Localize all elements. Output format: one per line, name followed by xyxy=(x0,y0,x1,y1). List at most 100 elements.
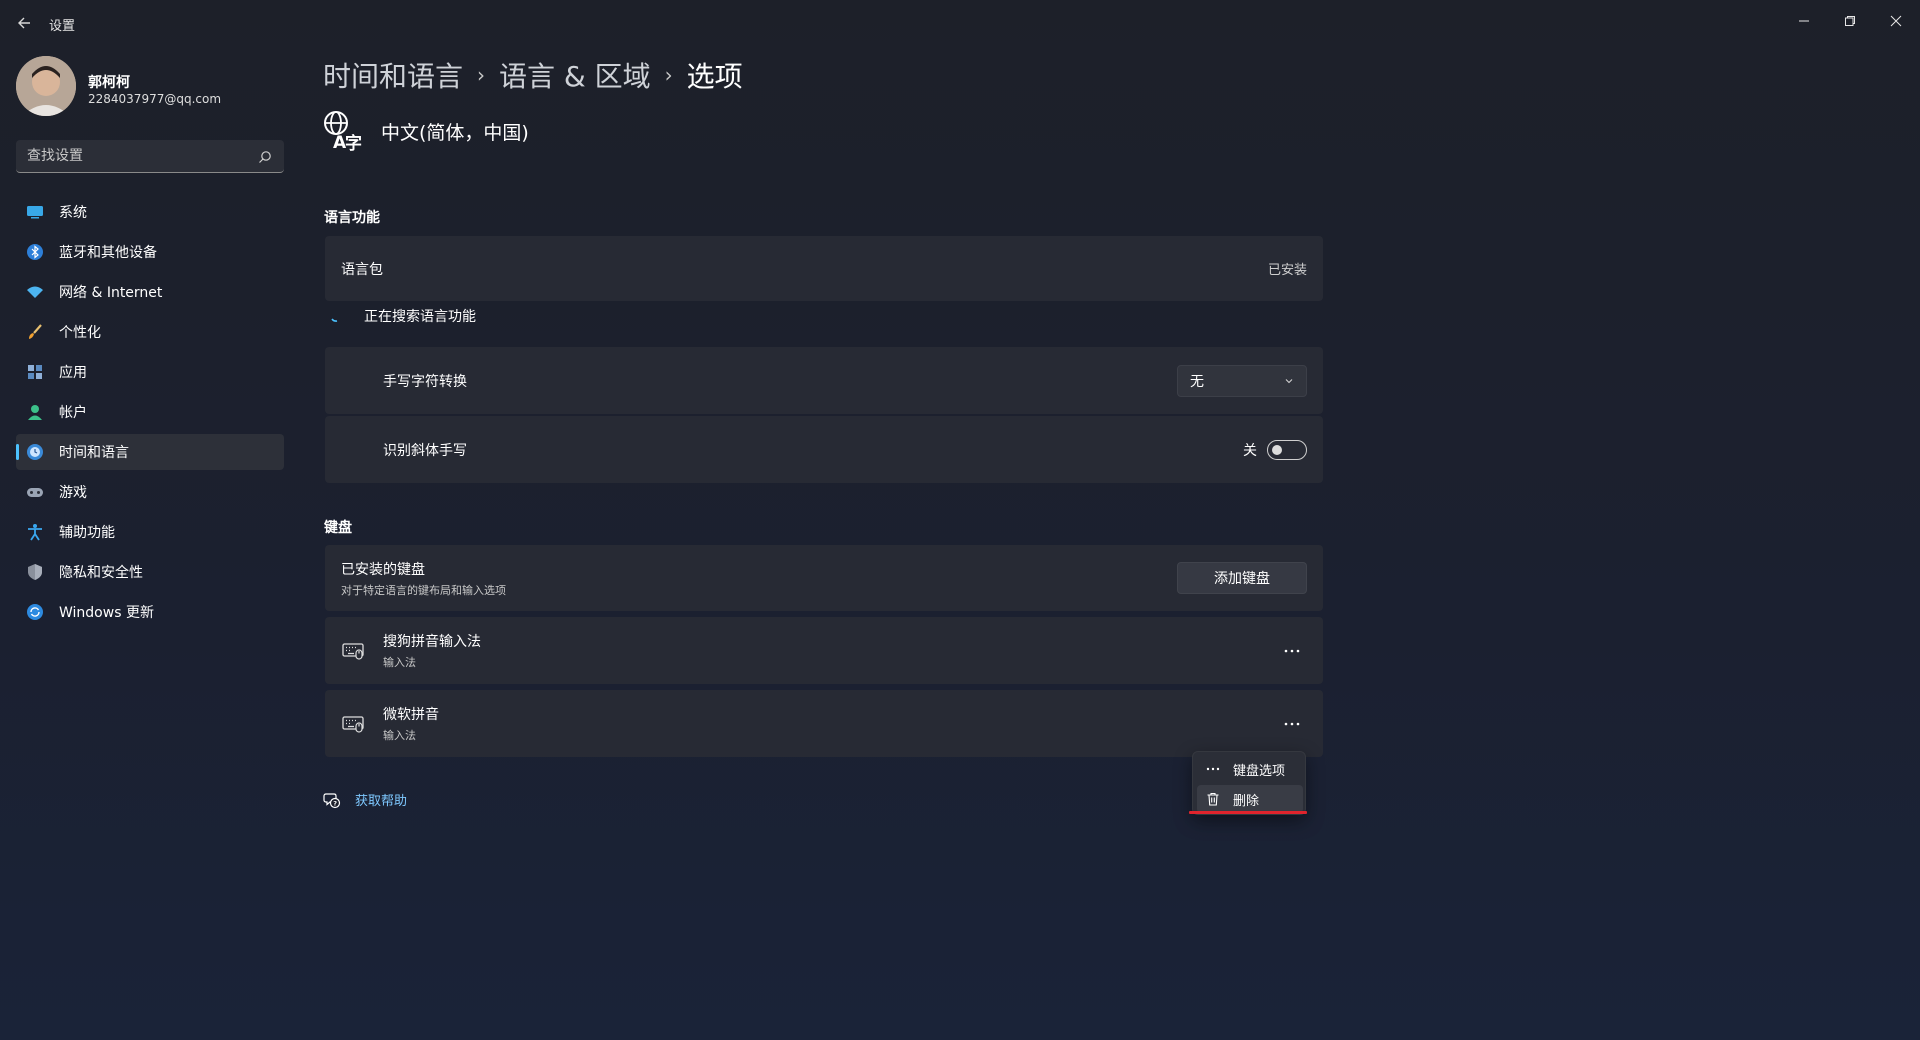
handwriting-label: 手写字符转换 xyxy=(383,373,467,390)
restore-icon xyxy=(1845,16,1855,26)
user-profile[interactable]: 郭柯柯 2284037977@qq.com xyxy=(16,56,286,120)
accessibility-icon xyxy=(26,523,44,541)
menu-item-keyboard-options[interactable]: 键盘选项 xyxy=(1197,755,1303,783)
sidebar-item-label: 时间和语言 xyxy=(59,445,129,461)
sidebar-item-label: 游戏 xyxy=(59,485,87,501)
account-icon xyxy=(26,403,44,421)
highlight-underline xyxy=(1189,811,1307,814)
sidebar-item-label: 蓝牙和其他设备 xyxy=(59,245,157,261)
breadcrumb: 时间和语言 › 语言 & 区域 › 选项 xyxy=(323,52,743,98)
close-icon xyxy=(1890,15,1902,27)
search-box[interactable] xyxy=(16,140,284,173)
installed-keyboards-description: 对于特定语言的键布局和输入选项 xyxy=(341,583,506,597)
keyboard-icon xyxy=(342,715,364,733)
toggle-state-label: 关 xyxy=(1243,442,1257,459)
back-arrow-icon[interactable] xyxy=(14,12,36,34)
more-options-button[interactable] xyxy=(1277,636,1307,666)
apps-icon xyxy=(26,363,44,381)
keyboard-item-text: 搜狗拼音输入法 输入法 xyxy=(383,631,481,670)
sidebar-item-personalization[interactable]: 个性化 xyxy=(16,314,284,350)
sidebar-item-label: 个性化 xyxy=(59,325,101,341)
shield-icon xyxy=(26,563,44,581)
time-language-icon xyxy=(26,443,44,461)
toggle-knob xyxy=(1272,444,1282,455)
help-chat-icon: ? xyxy=(323,792,341,808)
settings-window: 设置 郭柯柯 2284037977@qq.com 查找设置 系统 蓝牙和其他设备… xyxy=(0,0,1920,1040)
svg-text:?: ? xyxy=(333,799,337,807)
breadcrumb-time-language[interactable]: 时间和语言 xyxy=(323,55,463,95)
sidebar-nav: 系统 蓝牙和其他设备 网络 & Internet 个性化 应用 帐户 时间和语言… xyxy=(16,194,284,634)
more-options-button[interactable] xyxy=(1277,709,1307,739)
installed-keyboards-row: 已安装的键盘 对于特定语言的键布局和输入选项 添加键盘 xyxy=(325,545,1323,611)
update-icon xyxy=(26,603,44,621)
avatar xyxy=(16,56,76,116)
sidebar-item-time-language[interactable]: 时间和语言 xyxy=(16,434,284,470)
more-icon xyxy=(1284,649,1300,652)
add-keyboard-button[interactable]: 添加键盘 xyxy=(1177,562,1307,594)
handwriting-conversion-row: 手写字符转换 无 xyxy=(325,347,1323,414)
restore-button[interactable] xyxy=(1830,6,1870,36)
menu-item-label: 键盘选项 xyxy=(1233,763,1286,779)
keyboard-item-sogou: 搜狗拼音输入法 输入法 xyxy=(325,617,1323,684)
searching-text: 正在搜索语言功能 xyxy=(364,309,476,325)
get-help-link[interactable]: 获取帮助 xyxy=(355,790,407,809)
minimize-button[interactable] xyxy=(1784,6,1824,36)
close-button[interactable] xyxy=(1876,6,1916,36)
breadcrumb-separator: › xyxy=(664,63,673,87)
sidebar-item-gaming[interactable]: 游戏 xyxy=(16,474,284,510)
cursive-label: 识别斜体手写 xyxy=(383,442,467,459)
sidebar-item-privacy[interactable]: 隐私和安全性 xyxy=(16,554,284,590)
trash-icon xyxy=(1205,791,1221,807)
sidebar-item-windows-update[interactable]: Windows 更新 xyxy=(16,594,284,630)
breadcrumb-separator: › xyxy=(477,63,486,87)
menu-item-delete[interactable]: 删除 xyxy=(1197,785,1303,813)
page-title: 选项 xyxy=(686,60,743,93)
keyboard-item-name: 搜狗拼音输入法 xyxy=(383,634,481,650)
language-glyph-icon: A 字 xyxy=(324,111,362,152)
more-icon xyxy=(1284,722,1300,725)
sidebar-item-bluetooth[interactable]: 蓝牙和其他设备 xyxy=(16,234,284,270)
sidebar-item-accessibility[interactable]: 辅助功能 xyxy=(16,514,284,550)
cursive-toggle[interactable] xyxy=(1267,439,1307,460)
section-keyboard: 键盘 xyxy=(324,520,352,536)
profile-name: 郭柯柯 xyxy=(88,75,130,91)
language-pack-row: 语言包 已安装 xyxy=(325,236,1323,301)
sidebar-item-label: 应用 xyxy=(59,365,87,381)
handwriting-dropdown[interactable]: 无 xyxy=(1177,364,1307,397)
sidebar-item-label: 隐私和安全性 xyxy=(59,565,143,581)
sidebar-item-apps[interactable]: 应用 xyxy=(16,354,284,390)
sidebar-item-network[interactable]: 网络 & Internet xyxy=(16,274,284,310)
section-language-features: 语言功能 xyxy=(324,210,380,226)
keyboard-item-type: 输入法 xyxy=(383,729,416,742)
brush-icon xyxy=(26,323,44,341)
keyboard-context-menu: 键盘选项 删除 xyxy=(1192,751,1306,815)
search-icon[interactable] xyxy=(258,149,272,163)
bluetooth-icon xyxy=(26,243,44,261)
gaming-icon xyxy=(26,483,44,501)
keyboard-item-type: 输入法 xyxy=(383,656,416,669)
sidebar-item-accounts[interactable]: 帐户 xyxy=(16,394,284,430)
installed-keyboards-text: 已安装的键盘 对于特定语言的键布局和输入选项 xyxy=(341,559,506,598)
wifi-icon xyxy=(26,283,44,301)
menu-item-label: 删除 xyxy=(1233,793,1260,809)
get-help[interactable]: ? 获取帮助 xyxy=(323,790,407,809)
breadcrumb-language-region[interactable]: 语言 & 区域 xyxy=(499,55,651,95)
svg-text:字: 字 xyxy=(345,133,362,152)
sidebar-item-label: 网络 & Internet xyxy=(59,285,163,301)
language-pack-label: 语言包 xyxy=(341,261,383,278)
chevron-down-icon xyxy=(1285,378,1293,383)
keyboard-item-name: 微软拼音 xyxy=(383,707,439,723)
system-icon xyxy=(26,203,44,221)
search-input[interactable] xyxy=(16,140,246,172)
keyboard-item-text: 微软拼音 输入法 xyxy=(383,704,439,743)
searching-status: 正在搜索语言功能 xyxy=(330,306,476,326)
cursive-handwriting-row: 识别斜体手写 关 xyxy=(325,416,1323,483)
sidebar-item-label: 帐户 xyxy=(59,405,87,421)
minimize-icon xyxy=(1799,20,1809,22)
language-name: 中文(简体，中国) xyxy=(381,121,529,144)
sidebar-item-system[interactable]: 系统 xyxy=(16,194,284,230)
sidebar-item-label: 辅助功能 xyxy=(59,525,115,541)
more-icon xyxy=(1205,761,1221,777)
title-bar: 设置 xyxy=(0,0,1920,46)
language-header: A 字 中文(简体，中国) xyxy=(323,110,529,152)
